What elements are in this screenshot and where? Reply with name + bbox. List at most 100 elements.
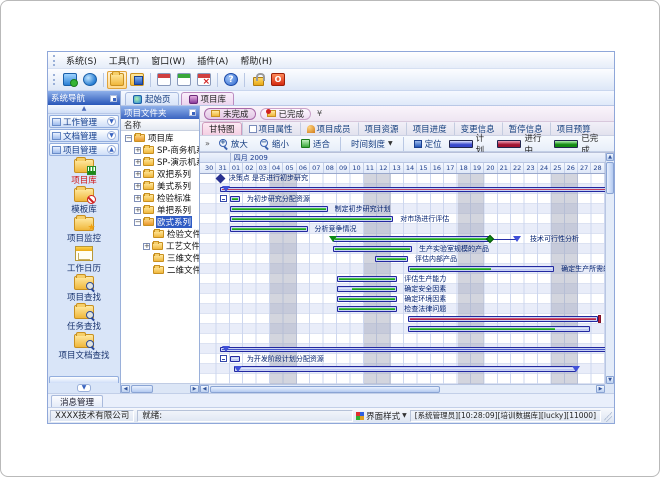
task-bar[interactable] — [220, 347, 605, 352]
marker-triangle-icon[interactable] — [329, 236, 337, 242]
overflow-chevron-icon[interactable]: » — [203, 139, 212, 148]
doc-tab-项目库[interactable]: 项目库 — [181, 92, 235, 105]
help-button[interactable]: ? — [221, 71, 241, 89]
marker-square-icon[interactable] — [220, 355, 227, 362]
calendar-red-button[interactable] — [154, 71, 174, 89]
globe-button[interactable] — [80, 71, 100, 89]
task-bar[interactable] — [234, 366, 576, 372]
menu-item-1[interactable]: 工具(T) — [103, 53, 146, 68]
doc-tab-起始页[interactable]: 起始页 — [125, 92, 179, 105]
message-management-tab[interactable]: 消息管理 — [51, 395, 103, 407]
expand-icon[interactable]: + — [134, 183, 141, 190]
open-folder-button[interactable] — [107, 71, 127, 89]
panel-tab-项目资源[interactable]: 项目资源 — [358, 122, 406, 135]
menu-item-4[interactable]: 帮助(H) — [234, 53, 278, 68]
tree-node-检验标准[interactable]: +检验标准 — [121, 192, 199, 204]
calendar-remove-button[interactable] — [194, 71, 214, 89]
gantt-button-定位[interactable]: 定位 — [409, 137, 447, 150]
monitor-sync-button[interactable] — [60, 71, 80, 89]
ui-style-selector[interactable]: 界面样式 ▼ — [356, 410, 407, 422]
folder-chart-button[interactable] — [127, 71, 147, 89]
sidebar-group-文档管理[interactable]: 文档管理▼ — [49, 129, 119, 142]
tree-node-二维文件[interactable]: 二维文件 — [121, 264, 199, 276]
marker-triangle-icon[interactable] — [222, 346, 230, 352]
scrollbar-thumb[interactable] — [606, 162, 614, 194]
task-bar[interactable] — [230, 356, 240, 362]
expand-icon[interactable]: + — [134, 159, 141, 166]
sidebar-group-项目管理[interactable]: 项目管理▲ — [49, 143, 119, 156]
gantt-button-时间刻度[interactable]: 时间刻度▼ — [346, 137, 398, 150]
panel-tab-项目成员[interactable]: 项目成员 — [300, 122, 358, 135]
marker-triangle-icon[interactable] — [222, 186, 230, 192]
tree-horizontal-scrollbar[interactable]: ◀ ▶ — [121, 383, 199, 393]
task-bar[interactable] — [408, 316, 598, 322]
gantt-horizontal-scrollbar[interactable]: ◀ ▶ — [200, 384, 605, 393]
scrollbar-thumb[interactable] — [131, 385, 153, 393]
tree-node-项目库[interactable]: −项目库 — [121, 132, 199, 144]
chevron-down-icon[interactable]: ▼ — [107, 131, 116, 140]
task-bar[interactable] — [337, 276, 397, 282]
tree-node-欧式系列[interactable]: −欧式系列 — [121, 216, 199, 228]
task-bar[interactable] — [333, 236, 490, 242]
tree-node-SP-演示机系[interactable]: +SP-演示机系 — [121, 156, 199, 168]
scroll-up-icon[interactable]: ▲ — [606, 153, 614, 161]
chevron-down-icon[interactable]: ▼ — [107, 117, 116, 126]
marker-triangle-icon[interactable] — [513, 236, 521, 242]
sidebar-item-项目库[interactable]: 项目库 — [48, 159, 120, 186]
sidebar-item-项目监控[interactable]: ★项目监控 — [48, 217, 120, 244]
menu-item-3[interactable]: 插件(A) — [191, 53, 234, 68]
sidebar-item-模板库[interactable]: 模板库 — [48, 188, 120, 215]
lock-button[interactable] — [248, 71, 268, 89]
tree-node-SP-商务机系[interactable]: +SP-商务机系 — [121, 144, 199, 156]
expand-icon[interactable]: + — [134, 171, 141, 178]
task-bar[interactable] — [375, 256, 409, 262]
panel-tab-项目进度[interactable]: 项目进度 — [406, 122, 454, 135]
resize-grip[interactable] — [604, 410, 612, 422]
expand-icon[interactable]: + — [134, 147, 141, 154]
gantt-vertical-scrollbar[interactable]: ▲ ▼ — [605, 153, 614, 384]
scroll-right-icon[interactable]: ▶ — [190, 385, 199, 393]
task-bar[interactable] — [408, 326, 590, 332]
task-bar[interactable] — [230, 206, 328, 212]
scroll-down-icon[interactable]: ▼ — [606, 376, 614, 384]
more-filters-icon[interactable]: ¥ — [315, 109, 324, 118]
sidebar-item-工作日历[interactable]: 工作日历 — [48, 246, 120, 274]
expand-icon[interactable]: + — [143, 243, 150, 250]
tree-node-美式系列[interactable]: +美式系列 — [121, 180, 199, 192]
task-bar[interactable] — [408, 266, 554, 272]
scroll-left-icon[interactable]: ◀ — [200, 385, 209, 393]
marker-flag-icon[interactable] — [598, 315, 601, 323]
tree-column-header[interactable]: 名称 — [121, 119, 199, 131]
menu-item-2[interactable]: 窗口(W) — [145, 53, 191, 68]
power-button[interactable]: O — [268, 71, 288, 89]
marker-triangle-icon[interactable] — [234, 366, 242, 372]
marker-triangle-icon[interactable] — [572, 366, 580, 372]
pin-icon[interactable] — [110, 95, 117, 102]
chevron-up-icon[interactable]: ▲ — [107, 145, 116, 154]
milestone-diamond[interactable] — [215, 174, 225, 183]
sidebar-item-项目查找[interactable]: 项目查找 — [48, 276, 120, 303]
marker-square-icon[interactable] — [220, 195, 227, 202]
expand-icon[interactable]: + — [134, 207, 141, 214]
task-bar[interactable] — [230, 196, 240, 202]
menu-item-0[interactable]: 系统(S) — [60, 53, 103, 68]
sidebar-item-项目文档查找[interactable]: 项目文档查找 — [48, 334, 120, 361]
scrollbar-thumb[interactable] — [210, 386, 440, 393]
tree-node-检验文件[interactable]: 检验文件 — [121, 228, 199, 240]
filter-button-已完成[interactable]: 已完成 — [260, 108, 312, 120]
sidebar-more-button[interactable]: ▼ — [77, 384, 91, 392]
gantt-button-缩小[interactable]: −缩小 — [255, 137, 294, 150]
task-bar[interactable] — [220, 187, 605, 192]
scroll-left-icon[interactable]: ◀ — [121, 385, 130, 393]
panel-tab-甘特图[interactable]: 甘特图 — [202, 122, 242, 135]
task-bar[interactable] — [337, 306, 397, 312]
gantt-button-放大[interactable]: +放大 — [214, 137, 253, 150]
expand-icon[interactable]: + — [134, 195, 141, 202]
tree-node-双把系列[interactable]: +双把系列 — [121, 168, 199, 180]
sidebar-group-工作管理[interactable]: 工作管理▼ — [49, 115, 119, 128]
task-bar[interactable] — [230, 226, 308, 232]
collapse-icon[interactable]: − — [125, 135, 132, 142]
sidebar-collapse-strip[interactable]: ▲ — [48, 105, 120, 114]
sidebar-item-任务查找[interactable]: 任务查找 — [48, 305, 120, 332]
scroll-right-icon[interactable]: ▶ — [596, 385, 605, 393]
